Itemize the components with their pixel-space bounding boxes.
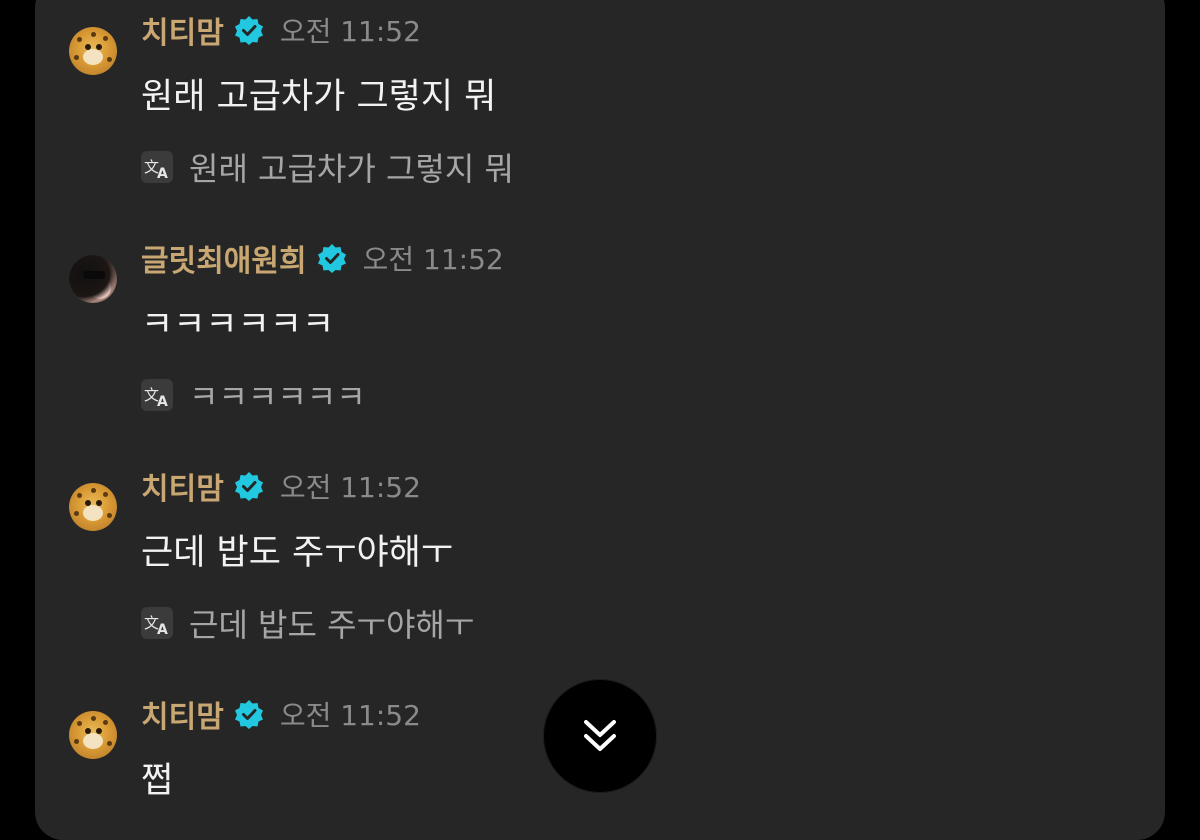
avatar[interactable] (69, 483, 117, 531)
svg-text:A: A (157, 622, 168, 638)
message-header: 치티맘 오전 11:52 (141, 692, 421, 736)
message-text: 근데 밥도 주ㅜ야해ㅜ (141, 533, 454, 573)
translate-icon[interactable]: 文 A (141, 379, 173, 411)
verified-badge-icon (234, 16, 263, 45)
username[interactable]: 치티맘 (141, 464, 224, 508)
scroll-to-bottom-button[interactable] (544, 680, 656, 792)
timestamp: 오전 11:52 (362, 243, 504, 276)
svg-text:A: A (157, 166, 168, 182)
translation-text: ㅋㅋㅋㅋㅋㅋ (189, 378, 366, 416)
timestamp: 오전 11:52 (279, 15, 421, 48)
translation-row: 文 A 근데 밥도 주ㅜ야해ㅜ (141, 600, 474, 646)
verified-badge-icon (234, 700, 263, 729)
translate-icon[interactable]: 文 A (141, 607, 173, 639)
message-text: 쩝 (141, 761, 174, 801)
message-text: ㅋㅋㅋㅋㅋㅋ (141, 305, 335, 345)
username[interactable]: 치티맘 (141, 8, 224, 52)
username[interactable]: 치티맘 (141, 692, 224, 736)
avatar[interactable] (69, 27, 117, 75)
message-header: 글릿최애원희 오전 11:52 (141, 236, 504, 280)
translation-row: 文 A ㅋㅋㅋㅋㅋㅋ (141, 372, 366, 418)
translation-row: 文 A 원래 고급차가 그렇지 뭐 (141, 144, 514, 190)
verified-badge-icon (317, 244, 346, 273)
message-header: 치티맘 오전 11:52 (141, 464, 421, 508)
translation-text: 원래 고급차가 그렇지 뭐 (189, 150, 514, 188)
double-chevron-down-icon (584, 720, 616, 751)
translate-icon[interactable]: 文 A (141, 151, 173, 183)
svg-text:A: A (157, 394, 168, 410)
timestamp: 오전 11:52 (279, 471, 421, 504)
avatar[interactable] (69, 255, 117, 303)
username[interactable]: 글릿최애원희 (141, 236, 307, 280)
verified-badge-icon (234, 472, 263, 501)
message-header: 치티맘 오전 11:52 (141, 8, 421, 52)
avatar[interactable] (69, 711, 117, 759)
translation-text: 근데 밥도 주ㅜ야해ㅜ (189, 606, 475, 644)
timestamp: 오전 11:52 (279, 699, 421, 732)
message-text: 원래 고급차가 그렇지 뭐 (141, 77, 497, 117)
